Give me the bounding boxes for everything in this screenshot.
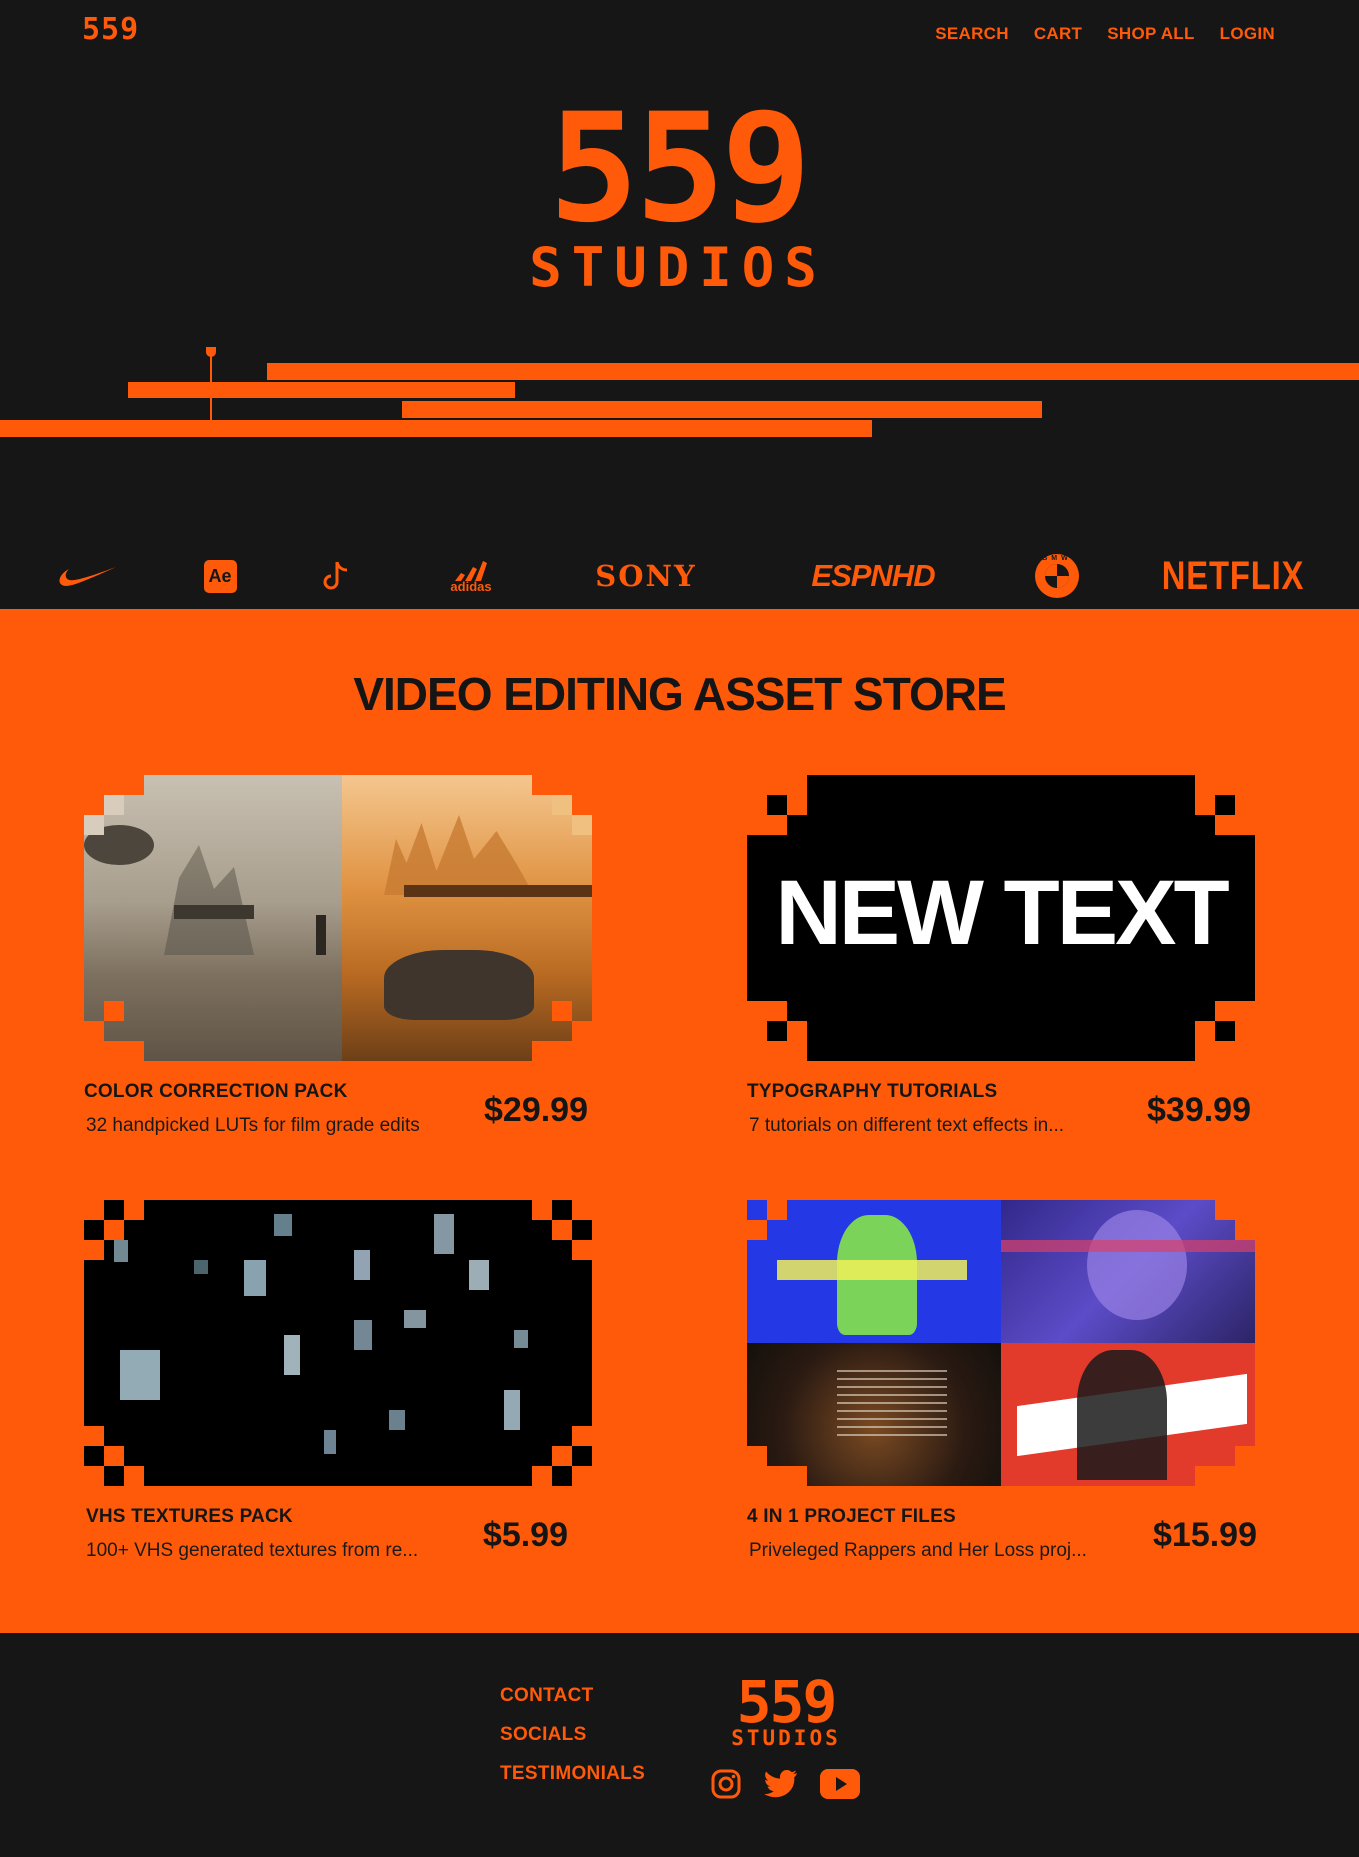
social-icons	[710, 1768, 860, 1800]
nav-cart[interactable]: CART	[1034, 24, 1082, 44]
stripe	[267, 363, 1359, 380]
product-description: 100+ VHS generated textures from re...	[86, 1540, 419, 1561]
stripe	[128, 382, 515, 398]
product-price: $15.99	[1153, 1516, 1257, 1554]
product-card[interactable]: VHS TEXTURES PACK 100+ VHS generated tex…	[84, 1200, 594, 1561]
stripe	[0, 420, 872, 437]
tiktok-icon	[320, 548, 354, 604]
thumbnail-text: NEW TEXT	[775, 862, 1229, 964]
footer-link-socials[interactable]: SOCIALS	[500, 1724, 645, 1746]
top-bar: 559 SEARCH CART SHOP ALL LOGIN	[0, 0, 1359, 70]
bmw-label: BMW	[1042, 555, 1072, 562]
sony-logo: SONY	[595, 559, 697, 593]
product-thumbnail[interactable]	[84, 775, 592, 1061]
netflix-logo: NETFLIX	[1161, 553, 1305, 598]
store-title: VIDEO EDITING ASSET STORE	[353, 668, 1006, 720]
product-description: Priveleged Rappers and Her Loss proj...	[749, 1540, 1087, 1561]
product-name[interactable]: VHS TEXTURES PACK	[86, 1506, 293, 1528]
after-effects-label: Ae	[203, 559, 237, 593]
product-name[interactable]: 4 IN 1 PROJECT FILES	[747, 1506, 956, 1528]
marker-head	[206, 347, 216, 357]
product-description: 32 handpicked LUTs for film grade edits	[86, 1115, 420, 1136]
partner-logos: Ae adidas SONY ESPNHD BMW NETFLIX	[0, 548, 1359, 608]
bmw-icon: BMW	[1034, 548, 1080, 604]
adidas-icon: adidas	[440, 548, 502, 604]
product-price: $5.99	[482, 1516, 568, 1554]
main-nav: SEARCH CART SHOP ALL LOGIN	[935, 24, 1275, 44]
asset-store: VIDEO EDITING ASSET STORE COLOR CORRECTI…	[0, 609, 1359, 1633]
espn-logo: ESPNHD	[811, 558, 935, 593]
youtube-icon[interactable]	[820, 1769, 860, 1799]
product-card[interactable]: NEW TEXT TYPOGRAPHY TUTORIALS 7 tutorial…	[747, 775, 1257, 1136]
nav-shop-all[interactable]: SHOP ALL	[1107, 24, 1194, 44]
product-description: 7 tutorials on different text effects in…	[749, 1115, 1065, 1136]
product-thumbnail[interactable]	[84, 1200, 592, 1486]
product-thumbnail[interactable]: NEW TEXT	[747, 775, 1255, 1061]
footer-logo-word: STUDIOS	[731, 1726, 841, 1750]
instagram-icon[interactable]	[710, 1768, 742, 1800]
footer-links: CONTACT SOCIALS TESTIMONIALS	[500, 1685, 645, 1802]
footer-logo-number: 559	[736, 1668, 838, 1736]
hero-logo-word: STUDIOS	[529, 236, 827, 299]
footer-link-testimonials[interactable]: TESTIMONIALS	[500, 1763, 645, 1785]
product-price: $29.99	[484, 1091, 588, 1129]
product-thumbnail[interactable]	[747, 1200, 1255, 1486]
marker-line	[210, 350, 212, 420]
hero-logo: 559 STUDIOS	[488, 82, 868, 299]
product-name[interactable]: COLOR CORRECTION PACK	[84, 1081, 348, 1103]
nike-icon	[56, 548, 120, 604]
product-card[interactable]: 4 IN 1 PROJECT FILES Priveleged Rappers …	[747, 1200, 1257, 1561]
stripe	[402, 401, 1042, 418]
nav-login[interactable]: LOGIN	[1220, 24, 1275, 44]
footer-link-contact[interactable]: CONTACT	[500, 1685, 645, 1707]
hero-logo-number: 559	[548, 82, 812, 256]
twitter-icon[interactable]	[764, 1769, 798, 1799]
adidas-label: adidas	[450, 579, 492, 594]
nav-search[interactable]: SEARCH	[935, 24, 1009, 44]
footer-logo[interactable]: 559 STUDIOS	[708, 1668, 864, 1750]
product-price: $39.99	[1147, 1091, 1251, 1129]
mini-logo[interactable]: 559	[82, 12, 139, 47]
product-name[interactable]: TYPOGRAPHY TUTORIALS	[747, 1081, 997, 1103]
after-effects-icon: Ae	[203, 548, 237, 604]
footer: CONTACT SOCIALS TESTIMONIALS 559 STUDIOS	[0, 1633, 1359, 1857]
product-card[interactable]: COLOR CORRECTION PACK 32 handpicked LUTs…	[84, 775, 594, 1136]
